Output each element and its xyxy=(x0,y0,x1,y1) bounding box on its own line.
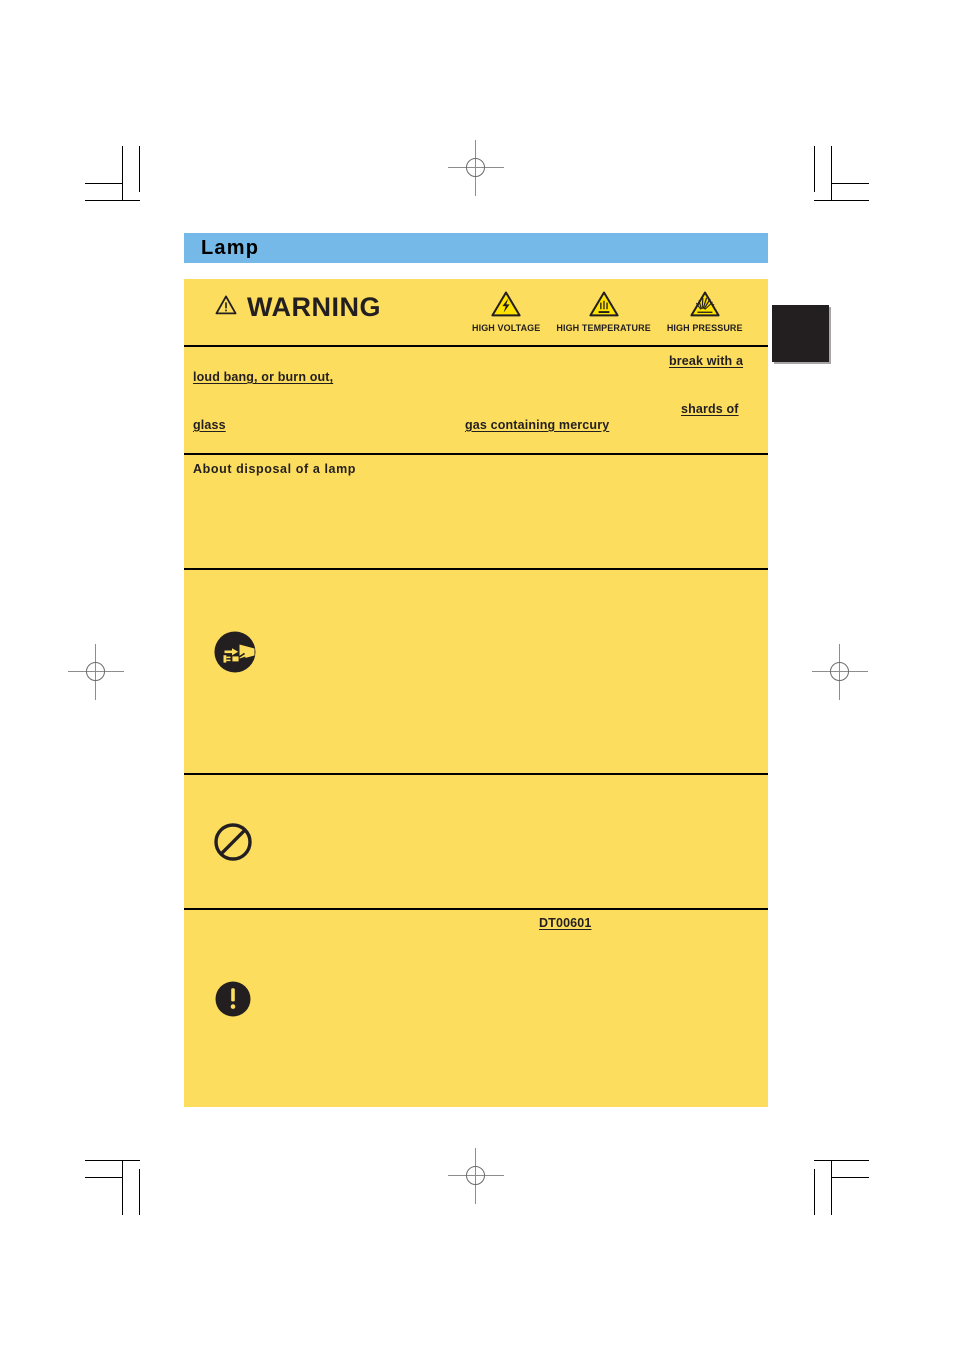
crop-mark-line xyxy=(139,146,140,192)
mandatory-exclamation-icon xyxy=(213,979,253,1024)
warning-title-group: WARNING xyxy=(215,294,381,321)
hazard-high-pressure: HIGH PRESSURE xyxy=(667,291,743,333)
crop-mark-line xyxy=(831,1177,869,1178)
body-fragment: loud bang, or burn out, xyxy=(193,370,334,384)
registration-mark-left xyxy=(68,644,124,700)
crop-mark-line xyxy=(85,183,123,184)
divider-rule xyxy=(184,568,768,570)
section-header-bar: Lamp xyxy=(184,233,768,263)
registration-mark-ring xyxy=(466,158,485,177)
body-subheading: About disposal of a lamp xyxy=(193,462,357,476)
registration-mark-ring xyxy=(86,662,105,681)
divider-rule xyxy=(184,345,768,347)
body-fragment: gas containing mercury xyxy=(465,418,610,432)
unplug-power-cord-icon xyxy=(213,630,257,679)
high-temperature-triangle-icon xyxy=(588,291,619,322)
warning-box: WARNING HIGH VOLTAGE HIGH TEMPERATURE HI… xyxy=(184,279,768,1107)
lamp-part-number: DT00601 xyxy=(539,916,592,930)
divider-rule xyxy=(184,773,768,775)
crop-mark-line xyxy=(814,1169,815,1215)
body-fragment: shards of xyxy=(681,402,739,416)
registration-mark-bottom xyxy=(448,1148,504,1204)
crop-mark-line xyxy=(831,1160,832,1215)
warning-triangle-icon xyxy=(215,295,237,320)
crop-mark-line xyxy=(814,146,815,192)
hazard-pictogram-group: HIGH VOLTAGE HIGH TEMPERATURE HIGH PRESS… xyxy=(472,291,743,333)
prohibition-icon xyxy=(213,822,253,867)
crop-mark-line xyxy=(122,1160,123,1215)
high-pressure-triangle-icon xyxy=(690,291,720,322)
page-title: Lamp xyxy=(201,237,260,259)
crop-mark-line xyxy=(831,146,832,201)
hazard-label: HIGH TEMPERATURE xyxy=(556,323,651,333)
hazard-high-voltage: HIGH VOLTAGE xyxy=(472,291,540,333)
warning-label: WARNING xyxy=(247,292,381,322)
crop-mark-line xyxy=(85,1177,123,1178)
crop-mark-line xyxy=(139,1169,140,1215)
registration-mark-ring xyxy=(466,1166,485,1185)
registration-mark-right xyxy=(812,644,868,700)
divider-rule xyxy=(184,908,768,910)
high-voltage-triangle-icon xyxy=(491,291,521,322)
body-fragment: glass xyxy=(193,418,226,432)
crop-mark-line xyxy=(814,1160,869,1161)
body-fragment: break with a xyxy=(669,354,744,368)
hazard-label: HIGH VOLTAGE xyxy=(472,323,541,333)
crop-mark-line xyxy=(122,146,123,201)
warning-banner: WARNING HIGH VOLTAGE HIGH TEMPERATURE HI… xyxy=(184,279,768,345)
registration-mark-top xyxy=(448,140,504,196)
crop-mark-line xyxy=(831,183,869,184)
crop-mark-line xyxy=(85,1160,140,1161)
divider-rule xyxy=(184,453,768,455)
page-edge-tab-marker xyxy=(772,305,829,362)
hazard-high-temperature: HIGH TEMPERATURE xyxy=(556,291,651,333)
crop-mark-line xyxy=(85,200,140,201)
hazard-label: HIGH PRESSURE xyxy=(666,323,743,333)
crop-mark-line xyxy=(814,200,869,201)
registration-mark-ring xyxy=(830,662,849,681)
